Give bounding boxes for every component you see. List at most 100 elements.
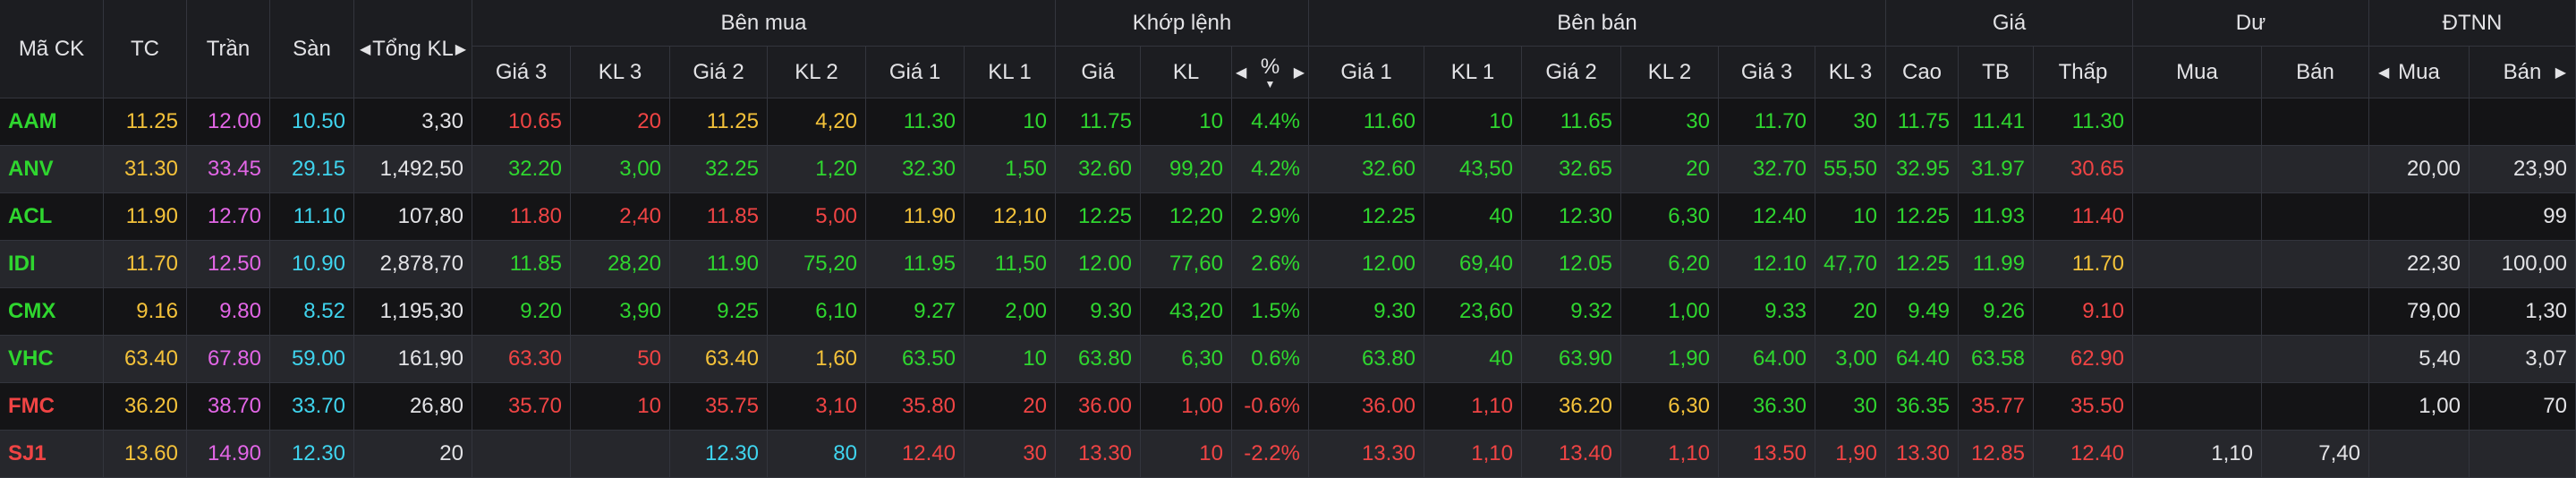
group-header-ben-mua: Bên mua — [472, 0, 1056, 47]
cell-s-g2: 9.32 — [1522, 288, 1621, 336]
cell-du-mua — [2133, 241, 2262, 288]
cell-s-g1: 11.60 — [1309, 98, 1424, 146]
stock-symbol-acl[interactable]: ACL — [0, 193, 104, 241]
cell-s-g3: 13.50 — [1719, 431, 1815, 478]
cell-b-k3 — [571, 431, 670, 478]
cell-m-g: 9.30 — [1056, 288, 1141, 336]
sub-header-sell-gia-2[interactable]: Giá 2 — [1522, 47, 1621, 98]
cell-nn-mua: 5,40 — [2369, 336, 2470, 383]
cell-du-mua — [2133, 146, 2262, 193]
cell-thap: 12.40 — [2034, 431, 2133, 478]
sub-header-nn-mua[interactable]: Mua ◀ — [2369, 47, 2470, 98]
cell-nn-mua — [2369, 98, 2470, 146]
col-header-san[interactable]: Sàn — [270, 0, 354, 98]
stock-symbol-fmc[interactable]: FMC — [0, 383, 104, 431]
cell-s-k1: 43,50 — [1424, 146, 1522, 193]
sub-header-buy-gia-1[interactable]: Giá 1 — [866, 47, 965, 98]
cell-s-g1: 63.80 — [1309, 336, 1424, 383]
sub-header-match-kl[interactable]: KL — [1141, 47, 1232, 98]
cell-b-g2: 32.25 — [670, 146, 768, 193]
sub-header-sell-kl-3[interactable]: KL 3 — [1815, 47, 1886, 98]
cell-b-k1: 30 — [965, 431, 1056, 478]
sub-header-buy-gia-2[interactable]: Giá 2 — [670, 47, 768, 98]
cell-tong: 107,80 — [354, 193, 472, 241]
cell-b-g3 — [472, 431, 571, 478]
cell-b-g1: 35.80 — [866, 383, 965, 431]
sub-header-tb[interactable]: TB — [1959, 47, 2034, 98]
col-header-ma-ck[interactable]: Mã CK — [0, 0, 104, 98]
cell-b-k1: 12,10 — [965, 193, 1056, 241]
cell-s-k3: 47,70 — [1815, 241, 1886, 288]
nn-left-arrow-icon[interactable]: ◀ — [2378, 64, 2389, 81]
col-header-tong-kl[interactable]: Tổng KL ◀ ▶ — [354, 0, 472, 98]
cell-nn-ban: 1,30 — [2470, 288, 2576, 336]
cell-b-g1: 12.40 — [866, 431, 965, 478]
cell-b-g3: 63.30 — [472, 336, 571, 383]
cell-s-k3: 20 — [1815, 288, 1886, 336]
cell-b-k1: 1,50 — [965, 146, 1056, 193]
cell-m-g: 13.30 — [1056, 431, 1141, 478]
cell-s-g3: 9.33 — [1719, 288, 1815, 336]
cell-b-g1: 63.50 — [866, 336, 965, 383]
cell-nn-mua: 22,30 — [2369, 241, 2470, 288]
cell-cao: 12.25 — [1886, 241, 1959, 288]
cell-s-g3: 36.30 — [1719, 383, 1815, 431]
cell-s-g2: 63.90 — [1522, 336, 1621, 383]
sub-header-match-pct[interactable]: ◀ ▶% ▼ — [1232, 47, 1309, 98]
cell-thap: 9.10 — [2034, 288, 2133, 336]
sub-header-nn-ban[interactable]: Bán ▶ — [2470, 47, 2576, 98]
cell-m-p: 4.2% — [1232, 146, 1309, 193]
cell-b-g1: 11.90 — [866, 193, 965, 241]
cell-s-k1: 10 — [1424, 98, 1522, 146]
cell-b-k1: 2,00 — [965, 288, 1056, 336]
sub-header-thap[interactable]: Thấp — [2034, 47, 2133, 98]
cell-tc: 11.25 — [104, 98, 187, 146]
cell-b-k3: 20 — [571, 98, 670, 146]
cell-s-k3: 1,90 — [1815, 431, 1886, 478]
col-header-tc[interactable]: TC — [104, 0, 187, 98]
pct-left-arrow-icon[interactable]: ◀ — [1236, 64, 1246, 81]
sub-header-buy-kl-3[interactable]: KL 3 — [571, 47, 670, 98]
sub-header-sell-kl-2[interactable]: KL 2 — [1621, 47, 1719, 98]
sub-header-buy-gia-3[interactable]: Giá 3 — [472, 47, 571, 98]
sub-header-sell-kl-1[interactable]: KL 1 — [1424, 47, 1522, 98]
sub-header-sell-gia-3[interactable]: Giá 3 — [1719, 47, 1815, 98]
stock-symbol-sj1[interactable]: SJ1 — [0, 431, 104, 478]
scroll-left-arrow-icon[interactable]: ◀ — [360, 40, 370, 58]
sub-header-buy-kl-2[interactable]: KL 2 — [768, 47, 866, 98]
cell-tb: 63.58 — [1959, 336, 2034, 383]
stock-symbol-anv[interactable]: ANV — [0, 146, 104, 193]
sort-desc-icon[interactable]: ▼ — [1265, 78, 1276, 90]
cell-b-k2: 75,20 — [768, 241, 866, 288]
cell-tran: 33.45 — [187, 146, 270, 193]
cell-b-g2: 35.75 — [670, 383, 768, 431]
cell-s-g3: 12.10 — [1719, 241, 1815, 288]
cell-s-k2: 30 — [1621, 98, 1719, 146]
cell-san: 33.70 — [270, 383, 354, 431]
sub-header-cao[interactable]: Cao — [1886, 47, 1959, 98]
sub-header-match-gia[interactable]: Giá — [1056, 47, 1141, 98]
cell-nn-mua: 20,00 — [2369, 146, 2470, 193]
stock-symbol-idi[interactable]: IDI — [0, 241, 104, 288]
cell-b-k3: 28,20 — [571, 241, 670, 288]
cell-tran: 14.90 — [187, 431, 270, 478]
cell-nn-mua — [2369, 193, 2470, 241]
sub-header-sell-gia-1[interactable]: Giá 1 — [1309, 47, 1424, 98]
nn-right-arrow-icon[interactable]: ▶ — [2555, 64, 2566, 81]
stock-symbol-vhc[interactable]: VHC — [0, 336, 104, 383]
sub-header-buy-kl-1[interactable]: KL 1 — [965, 47, 1056, 98]
stock-symbol-aam[interactable]: AAM — [0, 98, 104, 146]
cell-s-g1: 12.25 — [1309, 193, 1424, 241]
pct-right-arrow-icon[interactable]: ▶ — [1294, 64, 1305, 81]
cell-nn-ban: 99 — [2470, 193, 2576, 241]
cell-tong: 161,90 — [354, 336, 472, 383]
stock-symbol-cmx[interactable]: CMX — [0, 288, 104, 336]
cell-tb: 31.97 — [1959, 146, 2034, 193]
scroll-right-arrow-icon[interactable]: ▶ — [455, 40, 466, 58]
cell-b-g2: 9.25 — [670, 288, 768, 336]
col-header-tran[interactable]: Trần — [187, 0, 270, 98]
cell-m-k: 6,30 — [1141, 336, 1232, 383]
sub-header-du-ban[interactable]: Bán — [2262, 47, 2369, 98]
cell-san: 11.10 — [270, 193, 354, 241]
sub-header-du-mua[interactable]: Mua — [2133, 47, 2262, 98]
